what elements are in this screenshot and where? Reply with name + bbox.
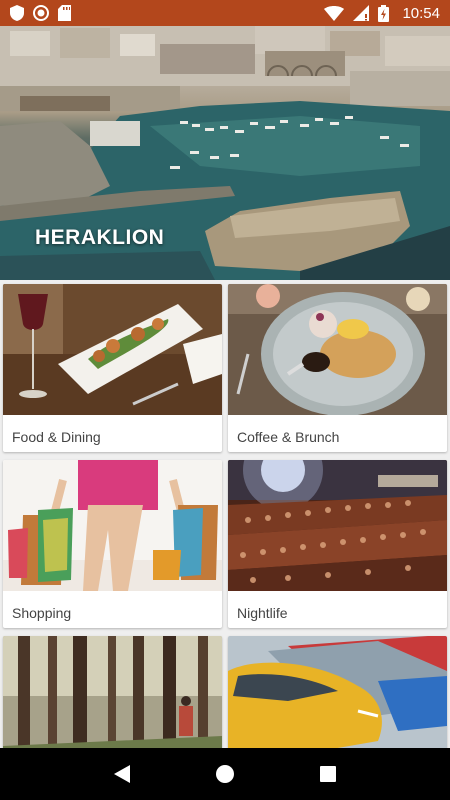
battery-charging-icon (378, 4, 390, 22)
category-label: Shopping (12, 605, 72, 621)
status-time: 10:54 (402, 4, 440, 22)
record-icon (33, 5, 49, 21)
forest-image (3, 636, 222, 748)
sd-card-icon (58, 5, 71, 21)
recents-icon (320, 766, 337, 782)
shopping-image (3, 460, 222, 591)
nightlife-image (228, 460, 447, 591)
coffee-brunch-image (228, 284, 447, 415)
home-button[interactable] (205, 754, 245, 794)
wifi-icon (324, 5, 345, 21)
category-grid: Food & Dining Coffee & Brunch Shopping N… (0, 280, 450, 748)
city-title: HERAKLION (35, 226, 165, 249)
home-icon (215, 765, 234, 783)
cars-image (228, 636, 447, 748)
category-label: Coffee & Brunch (237, 429, 340, 445)
recents-button[interactable] (308, 754, 348, 794)
status-left-icons (10, 5, 71, 21)
back-button[interactable] (102, 754, 142, 794)
status-bar: 10:54 (0, 0, 450, 26)
category-card-6[interactable] (228, 636, 447, 748)
city-hero-banner[interactable]: HERAKLION (0, 26, 450, 280)
food-dining-image (3, 284, 222, 415)
category-card-5[interactable] (3, 636, 222, 748)
back-icon (113, 765, 130, 783)
category-label: Nightlife (237, 605, 288, 621)
system-nav-bar (0, 748, 450, 800)
category-card-food-dining[interactable]: Food & Dining (3, 284, 222, 452)
category-card-coffee-brunch[interactable]: Coffee & Brunch (228, 284, 447, 452)
category-card-nightlife[interactable]: Nightlife (228, 460, 447, 628)
category-card-shopping[interactable]: Shopping (3, 460, 222, 628)
category-label: Food & Dining (12, 429, 101, 445)
shield-icon (10, 5, 24, 21)
no-sim-icon (353, 5, 370, 21)
status-right-icons: 10:54 (324, 4, 440, 22)
